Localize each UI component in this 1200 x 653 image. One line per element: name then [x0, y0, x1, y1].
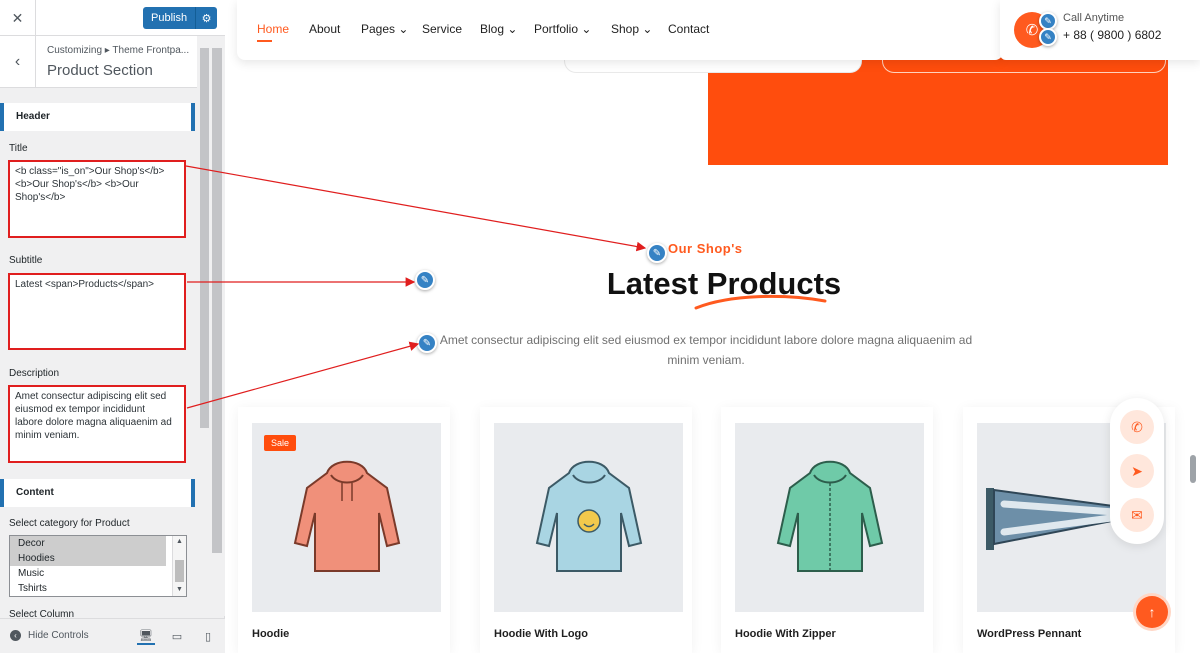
- product-image[interactable]: [735, 423, 924, 612]
- tablet-preview-icon[interactable]: ▭: [168, 627, 186, 645]
- nav-shop[interactable]: Shop ⌄: [611, 22, 652, 36]
- title-textarea[interactable]: <b class="is_on">Our Shop's</b> <b>Our S…: [8, 160, 186, 238]
- phone-icon[interactable]: ✆: [1120, 410, 1154, 444]
- title-label: Title: [9, 143, 28, 154]
- call-label: Call Anytime: [1063, 12, 1125, 24]
- product-card[interactable]: Sale Hoodie: [238, 407, 450, 653]
- subtitle-label: Subtitle: [9, 255, 43, 266]
- site-preview: Home About Pages ⌄ Service Blog ⌄ Portfo…: [226, 0, 1200, 653]
- breadcrumb: Customizing ▸ Theme Frontpa...: [47, 45, 190, 56]
- product-name[interactable]: Hoodie: [252, 628, 289, 640]
- header-group-heading: Header: [0, 103, 195, 131]
- subtitle-textarea[interactable]: Latest <span>Products</span>: [8, 273, 186, 350]
- hoodie-illustration: [293, 460, 400, 572]
- nav-pages[interactable]: Pages ⌄: [361, 22, 408, 36]
- preview-frame-scrollbar[interactable]: [212, 48, 222, 553]
- section-title: Product Section: [47, 62, 153, 79]
- nav-about[interactable]: About: [309, 22, 340, 36]
- title-underline-swoosh: [694, 294, 827, 310]
- main-navigation: Home About Pages ⌄ Service Blog ⌄ Portfo…: [237, 0, 1003, 60]
- product-card[interactable]: Hoodie With Logo: [480, 407, 692, 653]
- chevron-down-icon: ⌄: [398, 22, 409, 36]
- chevron-down-icon[interactable]: ▼: [176, 586, 183, 593]
- back-arrow-icon[interactable]: ‹: [0, 36, 36, 88]
- location-arrow-icon[interactable]: ➤: [1120, 454, 1154, 488]
- category-option[interactable]: Decor: [10, 536, 166, 551]
- section-kicker: Our Shop's: [668, 241, 743, 256]
- nav-shop-label: Shop: [611, 22, 640, 36]
- nav-pages-label: Pages: [361, 22, 396, 36]
- collapse-icon: ‹: [10, 630, 21, 641]
- product-name[interactable]: WordPress Pennant: [977, 628, 1081, 640]
- nav-service[interactable]: Service: [422, 22, 462, 36]
- product-image[interactable]: [494, 423, 683, 612]
- category-label: Select category for Product: [9, 518, 130, 529]
- mail-icon[interactable]: ✉: [1120, 498, 1154, 532]
- description-label: Description: [9, 368, 60, 379]
- edit-shortcut-icon[interactable]: ✎: [1039, 28, 1057, 46]
- description-textarea-value: Amet consectur adipiscing elit sed eiusm…: [15, 391, 172, 441]
- desktop-preview-icon[interactable]: 🖥: [137, 627, 155, 645]
- customizer-sidebar: ✕ Publish ⚙ ‹ Customizing ▸ Theme Frontp…: [0, 0, 225, 653]
- product-name[interactable]: Hoodie With Zipper: [735, 628, 836, 640]
- customizer-footer: ‹ Hide Controls 🖥 ▭ ▯: [0, 618, 225, 653]
- nav-blog[interactable]: Blog ⌄: [480, 22, 517, 36]
- close-icon[interactable]: ✕: [0, 0, 36, 36]
- subtitle-textarea-value: Latest <span>Products</span>: [15, 279, 154, 290]
- edit-shortcut-icon[interactable]: ✎: [647, 243, 667, 263]
- chevron-up-icon[interactable]: ▲: [176, 538, 183, 545]
- category-multiselect[interactable]: Decor Hoodies Music Tshirts ▲ ▼: [9, 535, 187, 597]
- product-image[interactable]: [252, 423, 441, 612]
- category-scrollbar[interactable]: ▲ ▼: [172, 536, 186, 596]
- edit-shortcut-icon[interactable]: ✎: [417, 333, 437, 353]
- nav-home[interactable]: Home: [257, 22, 289, 36]
- chevron-down-icon: ⌄: [507, 22, 518, 36]
- chevron-down-icon: ⌄: [581, 22, 592, 36]
- call-anytime-box: ✆ ✎ ✎ Call Anytime + 88 ( 9800 ) 6802: [1000, 0, 1200, 60]
- mobile-preview-icon[interactable]: ▯: [199, 627, 217, 645]
- section-description: Amet consectur adipiscing elit sed eiusm…: [439, 333, 973, 367]
- product-name[interactable]: Hoodie With Logo: [494, 628, 588, 640]
- hide-controls-label: Hide Controls: [28, 630, 89, 641]
- category-option[interactable]: Music: [10, 566, 166, 581]
- category-option[interactable]: Hoodies: [10, 551, 166, 566]
- content-group-heading: Content: [0, 479, 195, 507]
- scroll-to-top-icon[interactable]: ↑: [1136, 596, 1168, 628]
- call-number[interactable]: + 88 ( 9800 ) 6802: [1063, 28, 1161, 42]
- title-textarea-value: <b class="is_on">Our Shop's</b> <b>Our S…: [15, 166, 165, 203]
- nav-blog-label: Blog: [480, 22, 505, 36]
- hide-controls-button[interactable]: ‹ Hide Controls: [10, 630, 89, 641]
- nav-contact[interactable]: Contact: [668, 22, 709, 36]
- chevron-down-icon: ⌄: [642, 22, 653, 36]
- sale-badge: Sale: [264, 435, 297, 451]
- section-header: ‹ Customizing ▸ Theme Frontpa... Product…: [0, 36, 197, 88]
- gear-icon[interactable]: ⚙: [195, 7, 218, 29]
- product-card[interactable]: Hoodie With Zipper: [721, 407, 933, 653]
- nav-active-indicator: [257, 40, 272, 42]
- publish-group: Publish ⚙: [143, 7, 218, 29]
- preview-scrollbar[interactable]: [1190, 455, 1196, 483]
- nav-portfolio[interactable]: Portfolio ⌄: [534, 22, 591, 36]
- column-label: Select Column: [9, 609, 75, 618]
- customizer-header: ✕ Publish ⚙: [0, 0, 225, 36]
- floating-contact-bar: ✆ ➤ ✉: [1110, 398, 1164, 544]
- category-option[interactable]: Tshirts: [10, 581, 166, 596]
- category-scroll-thumb[interactable]: [175, 560, 184, 582]
- sidebar-scrollbar[interactable]: [200, 48, 209, 428]
- description-textarea[interactable]: Amet consectur adipiscing elit sed eiusm…: [8, 385, 186, 463]
- hoodie-zipper-illustration: [776, 460, 883, 572]
- hoodie-logo-illustration: [535, 460, 642, 572]
- publish-button[interactable]: Publish: [143, 7, 196, 29]
- nav-portfolio-label: Portfolio: [534, 22, 579, 36]
